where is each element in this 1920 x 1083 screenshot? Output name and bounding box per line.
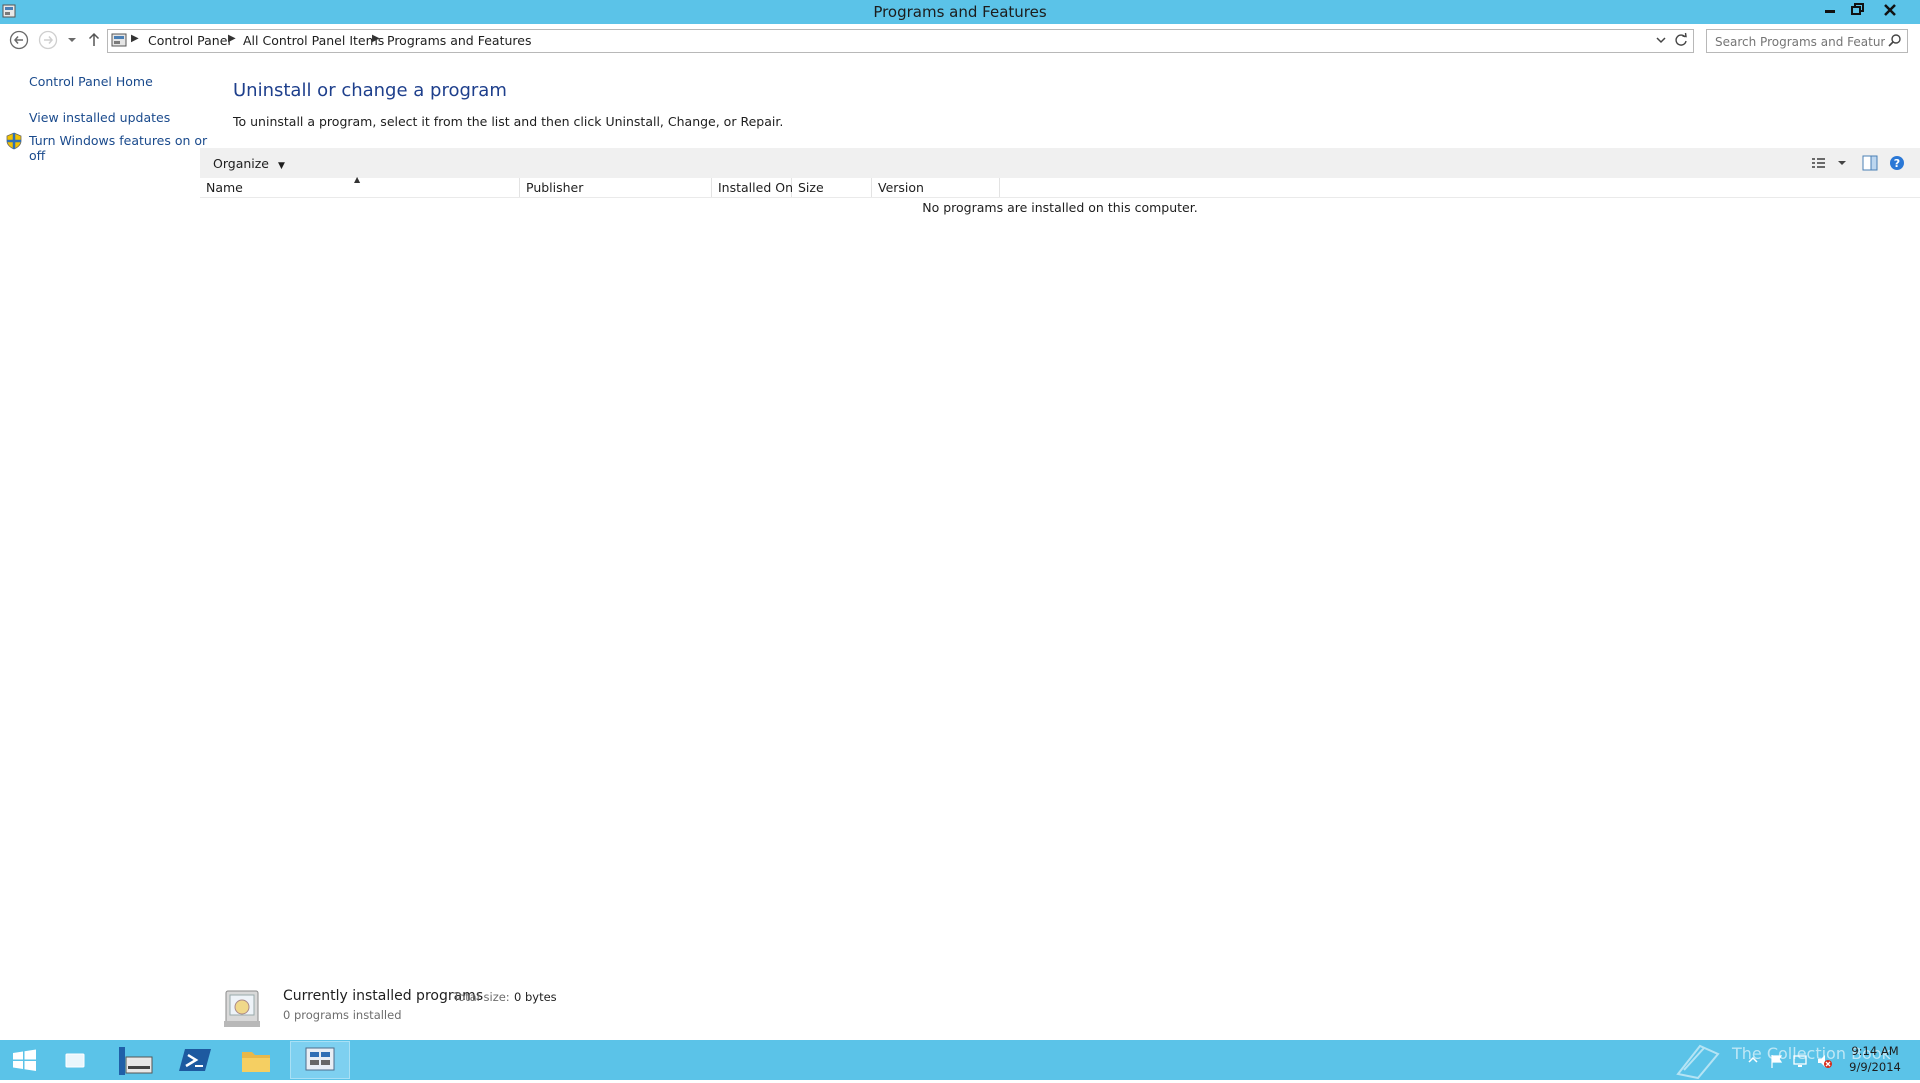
- breadcrumb-control-panel[interactable]: Control Panel: [148, 33, 231, 48]
- column-header-size[interactable]: Size: [792, 178, 872, 198]
- restore-button[interactable]: [1845, 0, 1871, 20]
- start-button[interactable]: [0, 1041, 48, 1079]
- column-header-installed-on[interactable]: Installed On: [712, 178, 793, 198]
- installed-programs-icon: [220, 985, 264, 1030]
- breadcrumb-separator-icon[interactable]: ▶: [372, 33, 380, 44]
- clock-time: 9:14 AM: [1851, 1044, 1899, 1058]
- change-view-icon[interactable]: [1810, 154, 1828, 172]
- sidebar-item-turn-windows-features-continued[interactable]: off: [29, 148, 45, 163]
- programs-count: 0 programs installed: [283, 1008, 402, 1022]
- file-explorer-icon[interactable]: [228, 1041, 284, 1079]
- search-box[interactable]: [1706, 29, 1908, 53]
- header-divider: [200, 197, 1920, 198]
- control-panel-location-icon: [111, 32, 127, 48]
- clock-date: 9/9/2014: [1849, 1060, 1901, 1074]
- tray-overflow-icon[interactable]: [1746, 1053, 1760, 1071]
- empty-list-message: No programs are installed on this comput…: [922, 200, 1198, 215]
- page-title: Uninstall or change a program: [233, 80, 507, 101]
- control-panel-taskbar-button[interactable]: [290, 1041, 350, 1079]
- refresh-icon[interactable]: [1673, 32, 1689, 48]
- search-input[interactable]: [1713, 32, 1887, 52]
- column-header-name[interactable]: Name ▲: [200, 175, 520, 198]
- search-icon[interactable]: [1887, 33, 1903, 49]
- sidebar-item-control-panel-home[interactable]: Control Panel Home: [29, 74, 153, 89]
- chevron-down-icon: ▼: [277, 161, 285, 171]
- system-clock[interactable]: 9:14 AM 9/9/2014: [1840, 1043, 1910, 1075]
- sidebar-item-view-installed-updates[interactable]: View installed updates: [29, 110, 170, 125]
- organize-menu-button[interactable]: Organize ▼: [213, 156, 285, 171]
- column-header-name-label: Name: [206, 180, 243, 195]
- network-icon[interactable]: [1792, 1053, 1810, 1073]
- volume-muted-icon[interactable]: [1816, 1053, 1832, 1073]
- help-icon[interactable]: ?: [1887, 153, 1907, 173]
- command-toolbar: [200, 148, 1920, 178]
- minimize-button[interactable]: [1817, 0, 1843, 20]
- view-options-chevron-down-icon[interactable]: [1834, 154, 1850, 172]
- uac-shield-icon: [6, 132, 22, 150]
- forward-button[interactable]: [37, 29, 59, 51]
- powershell-icon[interactable]: [168, 1041, 224, 1079]
- column-header-publisher[interactable]: Publisher: [520, 178, 712, 198]
- close-button[interactable]: [1872, 0, 1908, 20]
- instructions-text: To uninstall a program, select it from t…: [233, 114, 784, 129]
- breadcrumb-all-control-panel-items[interactable]: All Control Panel Items: [243, 33, 384, 48]
- taskbar: [0, 1040, 1920, 1080]
- total-size-value: 0 bytes: [514, 990, 557, 1004]
- column-header-version[interactable]: Version: [872, 178, 1000, 198]
- column-headers: Name ▲ Publisher Installed On Size Versi…: [200, 175, 1000, 198]
- sort-ascending-icon: ▲: [354, 175, 361, 184]
- breadcrumb-programs-and-features[interactable]: Programs and Features: [387, 33, 531, 48]
- breadcrumb-separator-icon[interactable]: ▶: [131, 33, 139, 44]
- address-history-chevron-down-icon[interactable]: [1653, 32, 1669, 48]
- organize-label: Organize: [213, 156, 269, 171]
- up-one-level-button[interactable]: [83, 29, 105, 51]
- address-bar[interactable]: ▶ Control Panel ▶ All Control Panel Item…: [107, 29, 1694, 53]
- preview-pane-icon[interactable]: [1860, 153, 1880, 173]
- recent-locations-chevron-down-icon[interactable]: [62, 29, 82, 51]
- window-title: Programs and Features: [873, 3, 1047, 21]
- action-center-flag-icon[interactable]: [1769, 1053, 1785, 1073]
- show-desktop-icon[interactable]: [48, 1041, 104, 1079]
- back-button[interactable]: [8, 29, 30, 51]
- server-manager-icon[interactable]: [108, 1041, 164, 1079]
- breadcrumb-separator-icon[interactable]: ▶: [228, 33, 236, 44]
- sidebar-item-turn-windows-features[interactable]: Turn Windows features on or: [29, 133, 207, 148]
- total-size-label: Total size:: [453, 990, 510, 1004]
- svg-text:?: ?: [1894, 157, 1900, 170]
